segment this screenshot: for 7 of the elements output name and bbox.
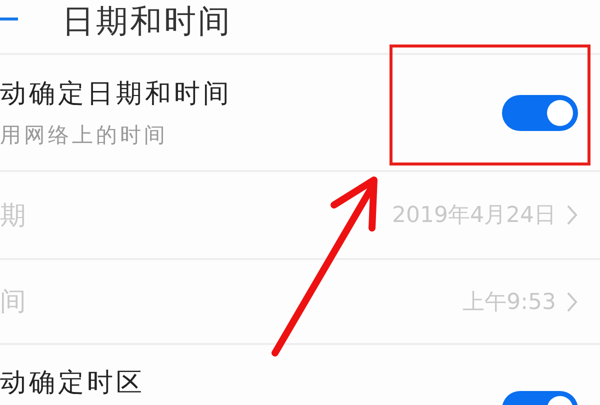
page-title: 日期和时间 [62,2,232,40]
setting-title: 动确定时区 [0,367,146,400]
setting-description: 用网络上的时间 [0,122,169,149]
chevron-right-icon [566,290,578,312]
chevron-right-icon [566,204,578,226]
toggle-switch[interactable] [502,94,578,130]
setting-title: 动确定日期和时间 [0,78,233,111]
